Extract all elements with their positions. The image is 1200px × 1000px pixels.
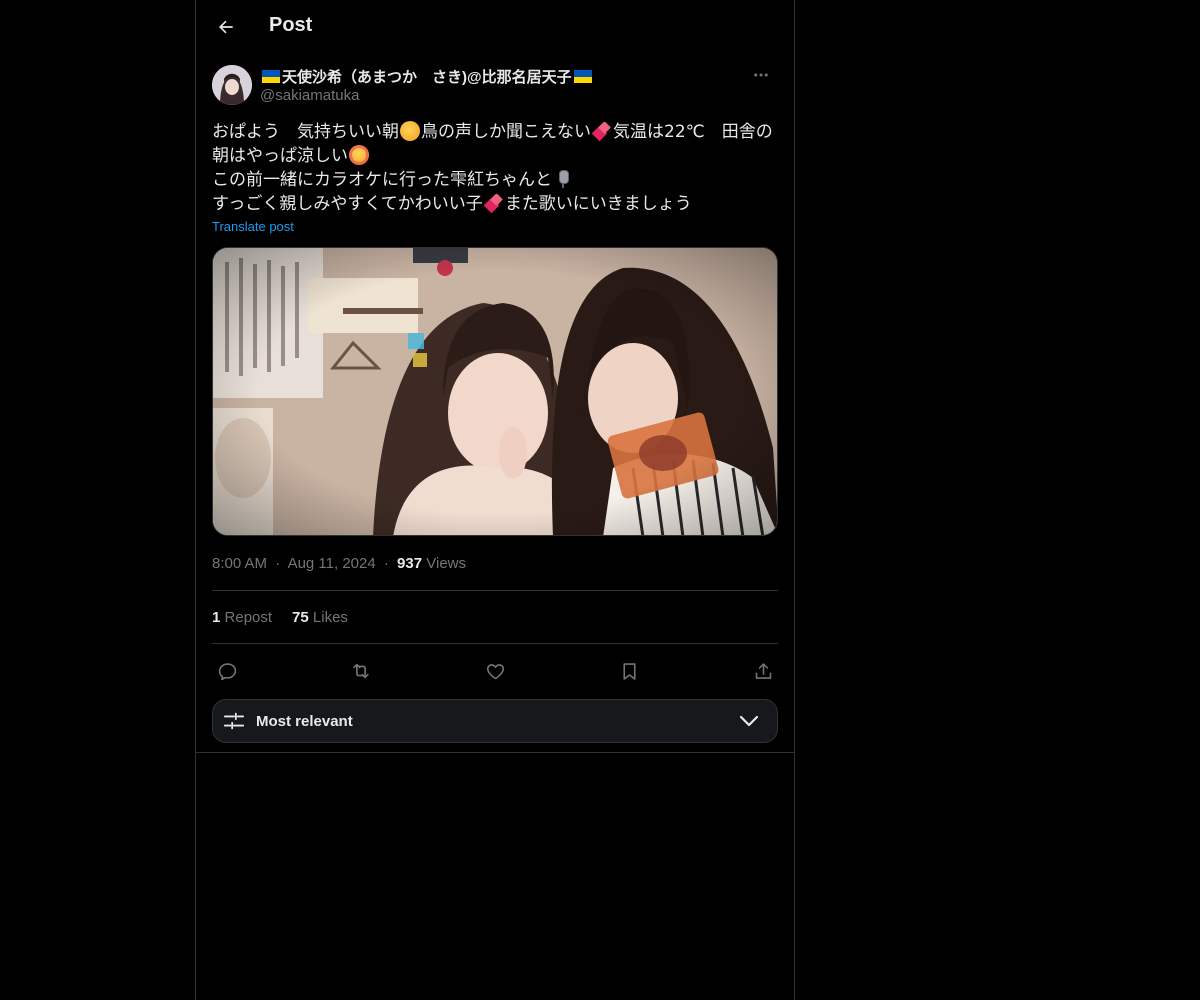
views-count: 937 xyxy=(397,555,423,572)
more-button[interactable] xyxy=(744,64,778,86)
sort-replies-dropdown[interactable]: Most relevant xyxy=(212,699,778,743)
hugging-face-emoji-icon xyxy=(400,121,420,141)
two-hearts-emoji-icon xyxy=(484,193,504,213)
arrow-left-icon xyxy=(219,20,233,34)
post-text-segment: おぱよう 気持ちいい朝 xyxy=(212,122,399,142)
page-header: Post xyxy=(196,0,794,54)
share-icon xyxy=(755,662,771,679)
share-button[interactable] xyxy=(746,654,780,688)
bookmark-icon xyxy=(622,662,636,680)
likes-stat[interactable]: 75 Likes xyxy=(292,609,348,626)
post-text-line: この前一緒にカラオケに行った雫紅ちゃんと xyxy=(212,168,778,192)
post-image[interactable] xyxy=(212,247,778,536)
post-stats: 1 Repost 75 Likes xyxy=(212,609,348,626)
author-handle[interactable]: @sakiamatuka xyxy=(260,87,359,104)
sliders-icon xyxy=(223,712,245,730)
post-text-segment: また歌いにいきましょう xyxy=(504,194,692,214)
main-column: Post 天使沙希（あまつか さき)@比那名居天子 @sakiamatuka お… xyxy=(195,0,795,1000)
post-text-line: おぱよう 気持ちいい朝 鳥の声しか聞こえない 気温は22℃ 田舎の xyxy=(212,120,778,144)
author-name-line[interactable]: 天使沙希（あまつか さき)@比那名居天子 xyxy=(260,66,594,87)
translate-post-link[interactable]: Translate post xyxy=(212,219,294,234)
ukraine-flag-icon xyxy=(262,70,280,83)
smiling-face-with-hearts-emoji-icon xyxy=(349,145,369,165)
post-date[interactable]: Aug 11, 2024 xyxy=(288,555,376,572)
chevron-down-icon xyxy=(739,715,759,727)
meta-separator: · xyxy=(383,555,389,572)
post-text: おぱよう 気持ちいい朝 鳥の声しか聞こえない 気温は22℃ 田舎の 朝はやっぱ涼しい… xyxy=(212,120,778,216)
post-meta: 8:00 AM · Aug 11, 2024 · 937 Views xyxy=(212,555,466,572)
action-bar xyxy=(212,654,778,694)
divider xyxy=(212,590,778,591)
photo-content xyxy=(213,248,777,535)
post-text-line: すっごく親しみやすくてかわいい子 また歌いにいきましょう xyxy=(212,192,778,216)
post-text-segment: すっごく親しみやすくてかわいい子 xyxy=(212,194,483,214)
bookmark-button[interactable] xyxy=(612,654,646,688)
repost-icon xyxy=(353,663,369,679)
heart-icon xyxy=(486,663,504,679)
repost-button[interactable] xyxy=(344,654,378,688)
ukraine-flag-icon xyxy=(573,70,592,83)
reposts-label: Repost xyxy=(224,609,273,626)
more-horizontal-icon xyxy=(754,73,768,77)
two-hearts-emoji-icon xyxy=(592,121,612,141)
reply-button[interactable] xyxy=(210,654,244,688)
microphone-emoji-icon xyxy=(553,169,573,189)
post-text-segment: 朝はやっぱ涼しい xyxy=(212,146,348,166)
reposts-count: 1 xyxy=(212,609,221,626)
avatar-image xyxy=(212,65,252,105)
meta-separator: · xyxy=(275,555,281,572)
sort-label: Most relevant xyxy=(256,713,353,730)
post-text-segment: 気温は22℃ 田舎の xyxy=(613,122,773,142)
post-text-line: 朝はやっぱ涼しい xyxy=(212,144,778,168)
views-label: Views xyxy=(426,555,466,572)
author-display-name: 天使沙希（あまつか さき)@比那名居天子 xyxy=(282,69,572,86)
likes-count: 75 xyxy=(292,609,309,626)
like-button[interactable] xyxy=(478,654,512,688)
post-text-segment: この前一緒にカラオケに行った雫紅ちゃんと xyxy=(212,170,552,190)
reposts-stat[interactable]: 1 Repost xyxy=(212,609,272,626)
section-divider xyxy=(196,752,794,753)
likes-label: Likes xyxy=(312,609,348,626)
post-time[interactable]: 8:00 AM xyxy=(212,555,267,572)
post-text-segment: 鳥の声しか聞こえない xyxy=(421,122,591,142)
reply-icon xyxy=(218,662,236,680)
divider xyxy=(212,643,778,644)
back-button[interactable] xyxy=(208,9,244,45)
avatar[interactable] xyxy=(212,65,252,105)
page-title: Post xyxy=(269,14,313,36)
